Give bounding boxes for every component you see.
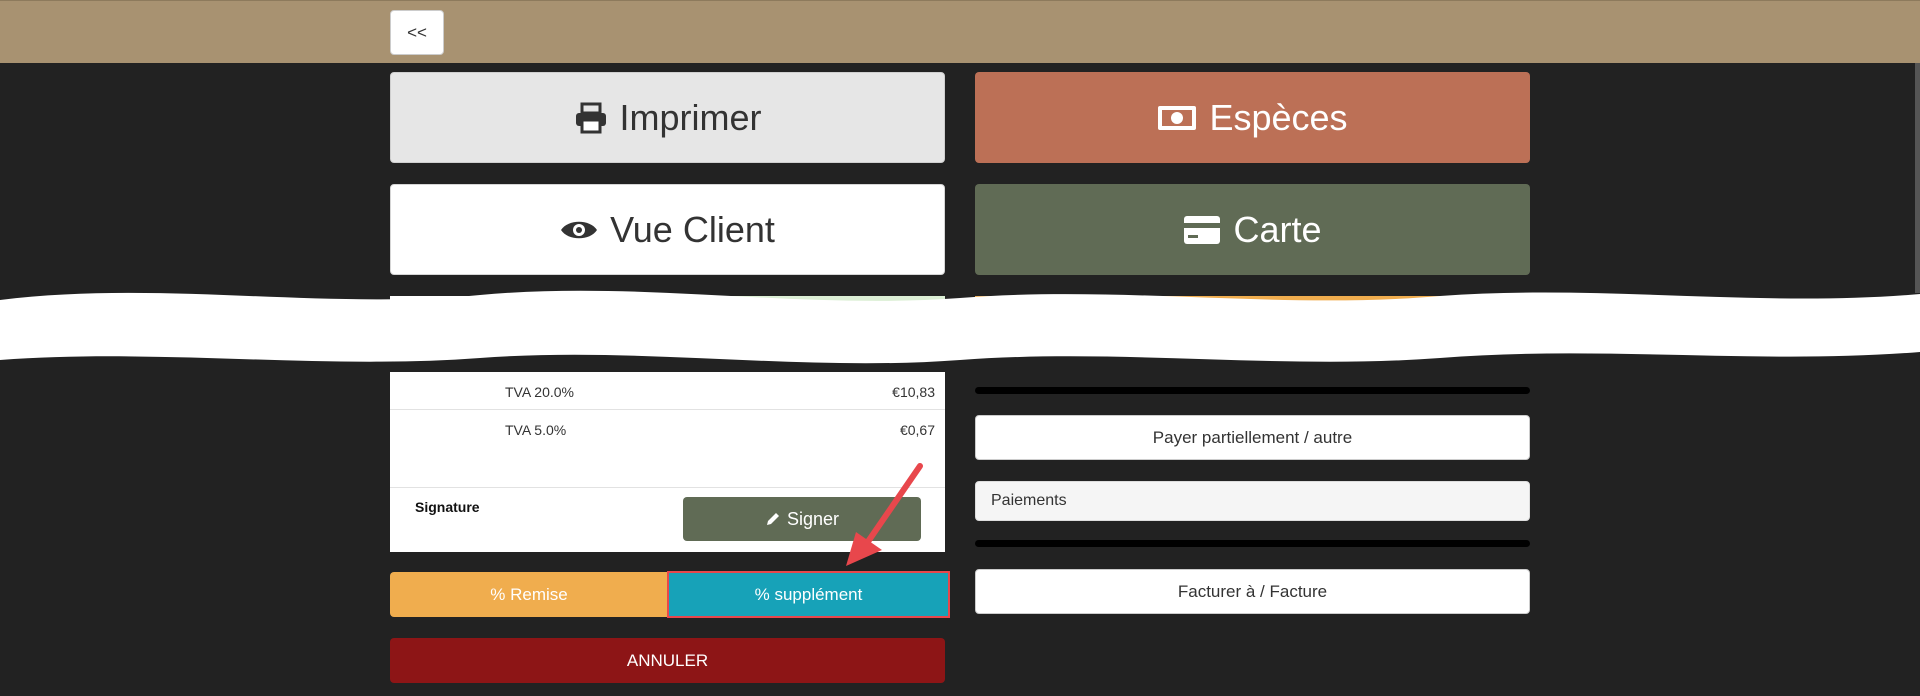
tax-label: TVA 20.0% [505, 384, 575, 400]
cancel-button[interactable]: ANNULER [390, 638, 945, 683]
card-button[interactable]: Carte [975, 184, 1530, 275]
tax-row: TVA 20.0% €10,83 [390, 372, 945, 410]
top-bar: << [0, 0, 1920, 63]
card-label: Carte [1233, 208, 1322, 250]
eye-icon [561, 221, 598, 238]
divider [975, 387, 1530, 394]
surcharge-button[interactable]: % supplément [667, 571, 950, 618]
client-view-label: Vue Client [610, 208, 775, 250]
red-arrow-annotation [846, 463, 923, 566]
pencil-icon [766, 512, 779, 525]
sign-label: Signer [786, 508, 840, 529]
discount-button[interactable]: % Remise [390, 572, 668, 617]
cash-label: Espèces [1209, 96, 1348, 138]
torn-edge-divider [0, 290, 1920, 364]
divider [975, 540, 1530, 547]
payments-header: Paiements [975, 481, 1530, 521]
client-view-button[interactable]: Vue Client [390, 184, 945, 275]
print-button[interactable]: Imprimer [390, 72, 945, 163]
credit-card-icon [1184, 215, 1221, 244]
scrollbar[interactable] [1915, 63, 1920, 293]
payments-label: Paiements [991, 492, 1067, 509]
cash-button[interactable]: Espèces [975, 72, 1530, 163]
tax-label: TVA 5.0% [505, 422, 567, 438]
print-icon [575, 102, 606, 133]
money-bill-icon [1158, 105, 1197, 130]
partial-pay-button[interactable]: Payer partiellement / autre [975, 415, 1530, 460]
print-label: Imprimer [619, 96, 762, 138]
back-button[interactable]: << [390, 10, 444, 55]
signature-label: Signature [415, 499, 480, 515]
tax-value: €0,67 [899, 422, 935, 438]
tax-row: TVA 5.0% €0,67 [390, 410, 945, 448]
tax-value: €10,83 [892, 384, 935, 400]
invoice-button[interactable]: Facturer à / Facture [975, 569, 1530, 614]
